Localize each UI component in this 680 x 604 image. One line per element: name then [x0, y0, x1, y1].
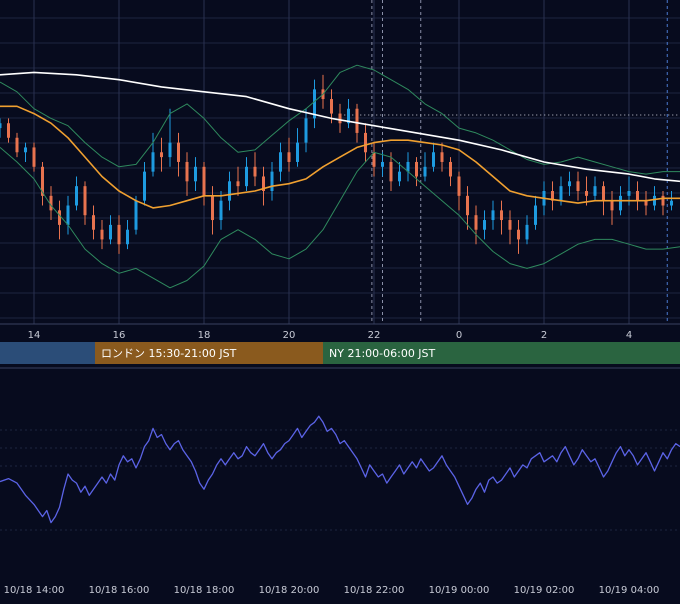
candle-up — [423, 166, 427, 177]
candle-down — [253, 166, 257, 177]
candle-down — [32, 147, 36, 167]
candle-up — [653, 195, 656, 206]
candle-down — [92, 215, 95, 230]
candle-up — [75, 186, 78, 206]
candle-down — [585, 191, 588, 196]
candle-down — [185, 161, 189, 182]
oscillator-x-tick-label: 10/18 20:00 — [259, 585, 320, 596]
candle-down — [389, 161, 393, 182]
candle-up — [304, 118, 308, 143]
candle-down — [610, 200, 614, 211]
fx-chart[interactable]: 14 16 18 20 22 0 2 4 ロンドン 15:30-21:00 JST NY 21:0… — [0, 0, 680, 600]
candle-up — [24, 147, 27, 153]
candle-up — [270, 171, 274, 191]
candle-up — [534, 205, 537, 225]
candle-down — [661, 195, 665, 206]
candle-up — [66, 205, 70, 225]
price-x-tick-label: 22 — [368, 330, 381, 341]
price-x-tick-label: 14 — [28, 330, 41, 341]
candle-up — [432, 152, 435, 167]
candle-down — [355, 108, 359, 133]
candle-down — [287, 152, 291, 162]
candle-down — [236, 181, 240, 187]
candle-up — [670, 200, 673, 206]
candle-up — [483, 220, 486, 230]
candle-down — [449, 161, 452, 177]
candle-up — [126, 229, 129, 245]
candle-up — [228, 181, 231, 201]
candle-up — [491, 210, 495, 221]
candle-down — [474, 215, 478, 230]
oscillator-x-tick-label: 10/18 14:00 — [4, 585, 65, 596]
price-x-tick-label: 4 — [626, 330, 632, 341]
candle-down — [466, 195, 469, 216]
oscillator-x-tick-label: 10/19 04:00 — [599, 585, 660, 596]
candle-up — [143, 171, 146, 201]
candle-down — [602, 186, 605, 201]
oscillator-x-tick-label: 10/19 02:00 — [514, 585, 575, 596]
candle-down — [58, 210, 61, 225]
candle-up — [168, 142, 172, 158]
candle-down — [7, 123, 10, 138]
candle-up — [619, 195, 622, 211]
candle-down — [177, 142, 180, 162]
candle-down — [364, 132, 367, 153]
candle-down — [508, 220, 512, 230]
candle-down — [117, 224, 121, 245]
oscillator-x-tick-label: 10/19 00:00 — [429, 585, 490, 596]
oscillator-panel-grid — [0, 367, 680, 531]
candle-down — [202, 166, 206, 196]
candle-up — [525, 224, 529, 240]
session-label: NY 21:00-06:00 JST — [329, 347, 436, 360]
candle-up — [194, 166, 197, 182]
candle-down — [576, 181, 580, 191]
candle-down — [15, 137, 19, 153]
candle-up — [279, 152, 282, 172]
candle-down — [83, 186, 87, 216]
candle-up — [0, 123, 2, 129]
candle-up — [381, 161, 384, 167]
candle-down — [440, 152, 444, 162]
price-x-tick-label: 20 — [283, 330, 296, 341]
candle-down — [100, 229, 104, 240]
candle-up — [559, 186, 563, 201]
candle-up — [134, 200, 138, 230]
price-x-tick-label: 2 — [541, 330, 547, 341]
candle-up — [627, 191, 631, 196]
candle-down — [457, 176, 461, 196]
candle-up — [398, 171, 401, 182]
candles-group — [0, 74, 673, 254]
candle-up — [568, 181, 571, 187]
candle-down — [517, 229, 520, 240]
candle-down — [372, 152, 376, 167]
candle-down — [338, 113, 342, 124]
price-panel-grid — [0, 0, 680, 325]
chart-svg: 14 16 18 20 22 0 2 4 ロンドン 15:30-21:00 JST NY 21:0… — [0, 0, 680, 596]
candle-up — [593, 186, 597, 196]
oscillator-line — [0, 415, 680, 524]
candle-down — [500, 210, 503, 221]
price-x-tick-label: 0 — [456, 330, 462, 341]
candle-down — [636, 191, 639, 201]
session-band — [0, 342, 95, 364]
candle-down — [415, 161, 418, 177]
price-x-tick-label: 18 — [198, 330, 211, 341]
candle-up — [219, 200, 223, 221]
session-label: ロンドン 15:30-21:00 JST — [101, 347, 237, 360]
oscillator-x-tick-label: 10/18 16:00 — [89, 585, 150, 596]
candle-down — [211, 195, 214, 221]
candle-up — [151, 152, 155, 172]
price-x-tick-label: 16 — [113, 330, 126, 341]
candle-down — [330, 99, 333, 114]
candle-up — [296, 142, 299, 162]
candle-down — [160, 152, 163, 158]
oscillator-x-tick-label: 10/18 22:00 — [344, 585, 405, 596]
candle-up — [245, 166, 248, 187]
oscillator-x-tick-label: 10/18 18:00 — [174, 585, 235, 596]
candle-up — [109, 224, 112, 240]
